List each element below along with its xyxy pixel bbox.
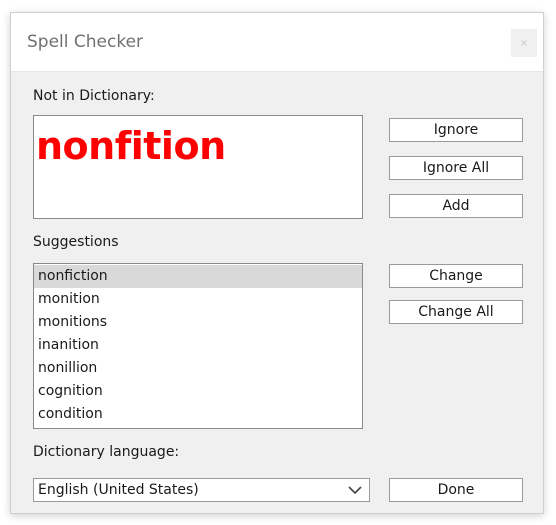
close-button[interactable]: × bbox=[511, 29, 537, 57]
not-in-dictionary-label: Not in Dictionary: bbox=[33, 88, 155, 104]
list-item[interactable]: nonfiction bbox=[34, 265, 362, 288]
ignore-all-button[interactable]: Ignore All bbox=[389, 156, 523, 180]
list-item[interactable]: inanition bbox=[34, 334, 362, 357]
suggestions-list[interactable]: nonfiction monition monitions inanition noni… bbox=[33, 263, 363, 429]
close-icon: × bbox=[519, 37, 529, 49]
list-item[interactable]: nonillion bbox=[34, 357, 362, 380]
list-item[interactable]: condition bbox=[34, 403, 362, 426]
suggestions-label: Suggestions bbox=[33, 234, 119, 250]
dictionary-language-value: English (United States) bbox=[38, 482, 199, 498]
window-title: Spell Checker bbox=[27, 32, 144, 52]
change-all-button[interactable]: Change All bbox=[389, 300, 523, 324]
title-bar: Spell Checker × bbox=[11, 13, 543, 72]
dictionary-language-label: Dictionary language: bbox=[33, 444, 180, 460]
list-item[interactable]: monitions bbox=[34, 311, 362, 334]
not-in-dictionary-box[interactable]: nonfition bbox=[33, 115, 363, 219]
misspelled-word: nonfition bbox=[36, 124, 226, 168]
change-button[interactable]: Change bbox=[389, 264, 523, 288]
ignore-button[interactable]: Ignore bbox=[389, 118, 523, 142]
list-item[interactable]: cognition bbox=[34, 380, 362, 403]
list-item[interactable]: monition bbox=[34, 288, 362, 311]
dictionary-language-select[interactable]: English (United States) bbox=[33, 478, 370, 502]
done-button[interactable]: Done bbox=[389, 478, 523, 502]
chevron-down-icon bbox=[347, 484, 363, 500]
spell-checker-dialog: Spell Checker × Not in Dictionary: nonfi… bbox=[10, 12, 544, 514]
add-button[interactable]: Add bbox=[389, 194, 523, 218]
